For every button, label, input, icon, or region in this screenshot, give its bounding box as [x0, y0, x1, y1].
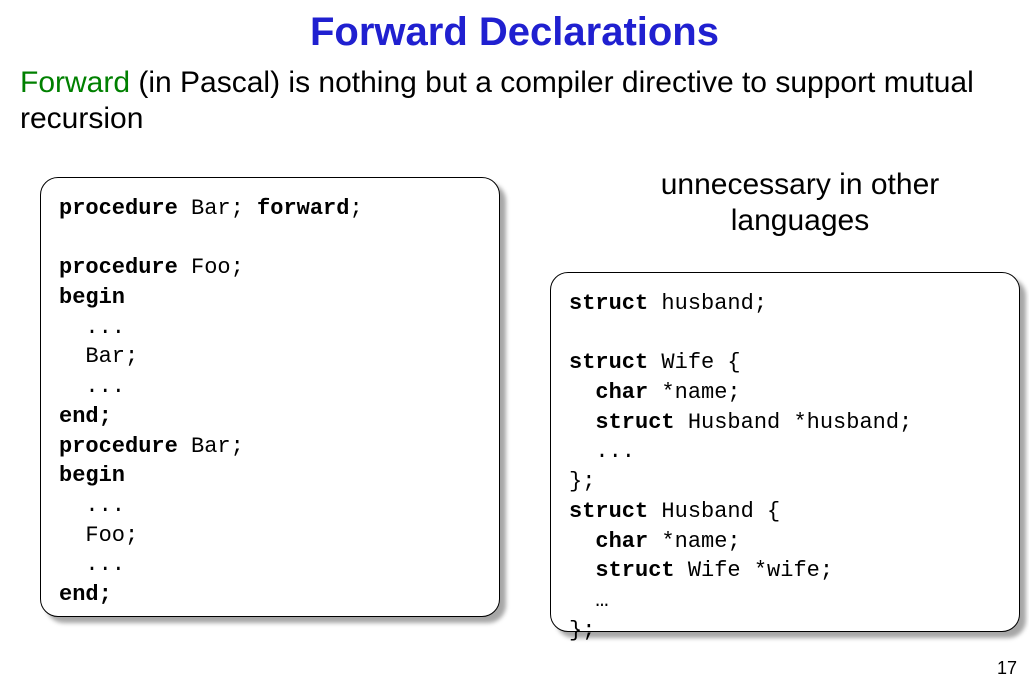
right-heading: unnecessary in other languages	[600, 167, 1000, 239]
c-code-box: struct husband; struct Wife { char *name…	[550, 272, 1020, 632]
pascal-code-box: procedure Bar; forward; procedure Foo; b…	[40, 177, 500, 617]
page-number: 17	[997, 658, 1017, 679]
slide-title: Forward Declarations	[20, 10, 1009, 55]
subtitle-text: (in Pascal) is nothing but a compiler di…	[20, 66, 974, 135]
subtitle-keyword: Forward	[20, 66, 130, 99]
slide-subtitle: Forward (in Pascal) is nothing but a com…	[20, 65, 1009, 137]
content-area: procedure Bar; forward; procedure Foo; b…	[20, 157, 1009, 637]
